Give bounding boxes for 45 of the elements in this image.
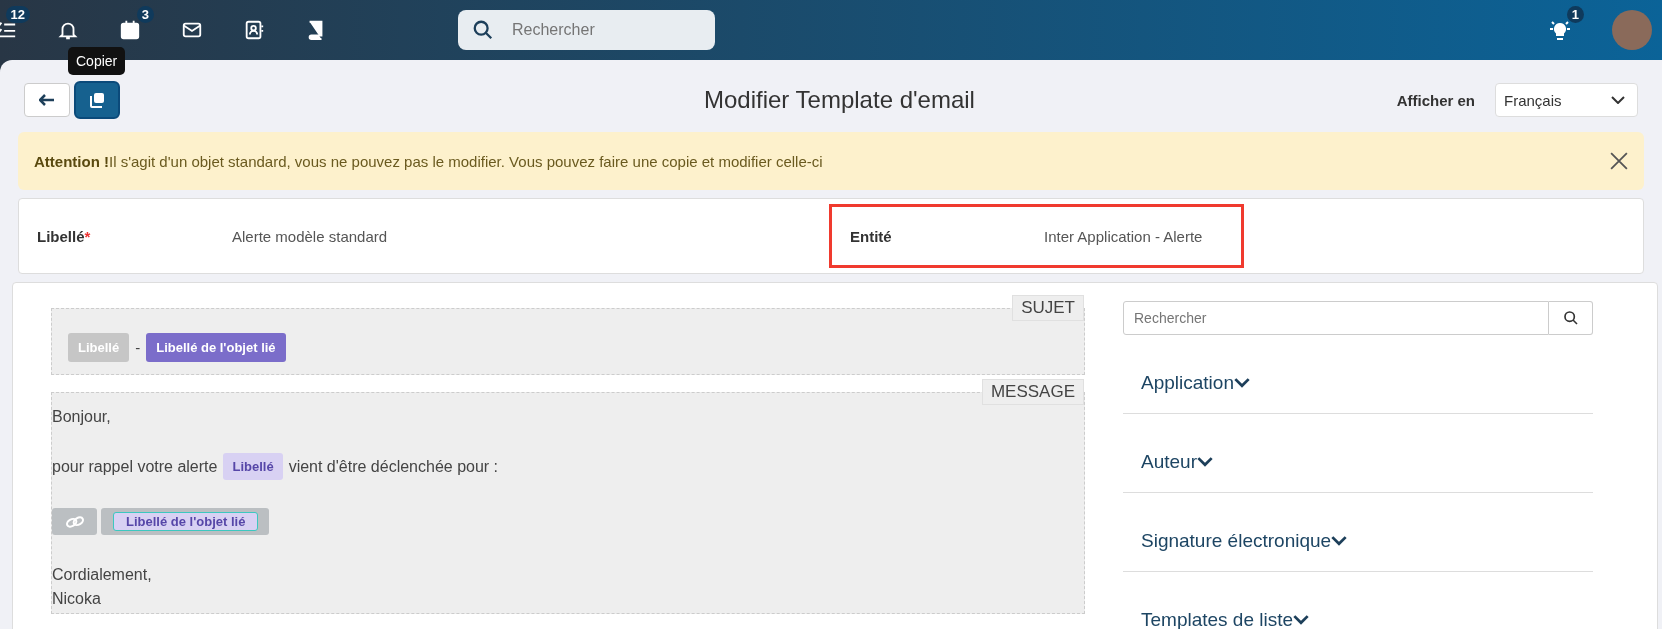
display-language-label: Afficher en [1396, 91, 1475, 109]
search-button[interactable] [1549, 301, 1593, 335]
back-button[interactable] [24, 83, 70, 117]
section-legend: MESSAGE [981, 379, 1084, 405]
search-icon [1562, 310, 1579, 326]
accordion-header[interactable]: Signature électronique [1123, 493, 1593, 572]
field-value: Inter Application - Alerte [1044, 227, 1203, 245]
count-badge: 1 [1566, 6, 1584, 23]
copy-button[interactable] [74, 81, 120, 119]
language-select[interactable]: Français [1495, 83, 1638, 117]
contacts-icon[interactable] [243, 19, 265, 41]
field-tag[interactable]: Libellé de l'objet lié [113, 512, 259, 531]
chevron-icon [1233, 378, 1250, 388]
message-text: Nicoka [52, 590, 101, 608]
close-button[interactable] [1610, 152, 1628, 170]
field-tag[interactable]: Libellé de l'objet lié [146, 333, 286, 362]
chevron-icon [1331, 536, 1348, 546]
warning-message: Attention !Il s'agit d'un objet standard, vous ne pouvez pas le modifier. Vous pouvez faire une copie et modifier celle-ci [34, 152, 824, 170]
count-badge: 3 [136, 6, 154, 23]
required-mark: * [84, 227, 91, 245]
arrow-left-icon [39, 94, 55, 106]
separator-text: - [135, 339, 141, 356]
section-legend: SUJET [1012, 295, 1084, 321]
message-text: Cordialement, [52, 566, 152, 584]
calendar-icon[interactable] [119, 19, 141, 41]
tooltip: Copier [68, 47, 126, 75]
search-field[interactable]: Rechercher [1123, 301, 1549, 335]
message-text: pour rappel votre alerte [52, 457, 218, 476]
field-label: Libellé* [37, 227, 92, 245]
count-badge: 12 [5, 6, 30, 23]
chevron-down-icon [1611, 96, 1625, 104]
message-text: Bonjour, [52, 408, 111, 426]
field-tag[interactable]: Libellé [223, 453, 283, 480]
field-value: Alerte modèle standard [232, 227, 388, 245]
message-text: vient d'être déclenchée pour : [288, 457, 499, 476]
chevron-icon [1197, 457, 1213, 467]
close-icon [1610, 152, 1628, 170]
field-label: Entité [850, 227, 893, 245]
page-title: Modifier Template d'email [703, 86, 976, 114]
search-field[interactable]: Rechercher [458, 10, 715, 50]
chevron-icon [1293, 615, 1310, 625]
link-icon [64, 514, 85, 529]
accordion-header[interactable]: Application [1123, 335, 1593, 414]
accordion-header[interactable]: Auteur [1123, 414, 1593, 493]
copy-icon [89, 92, 105, 108]
